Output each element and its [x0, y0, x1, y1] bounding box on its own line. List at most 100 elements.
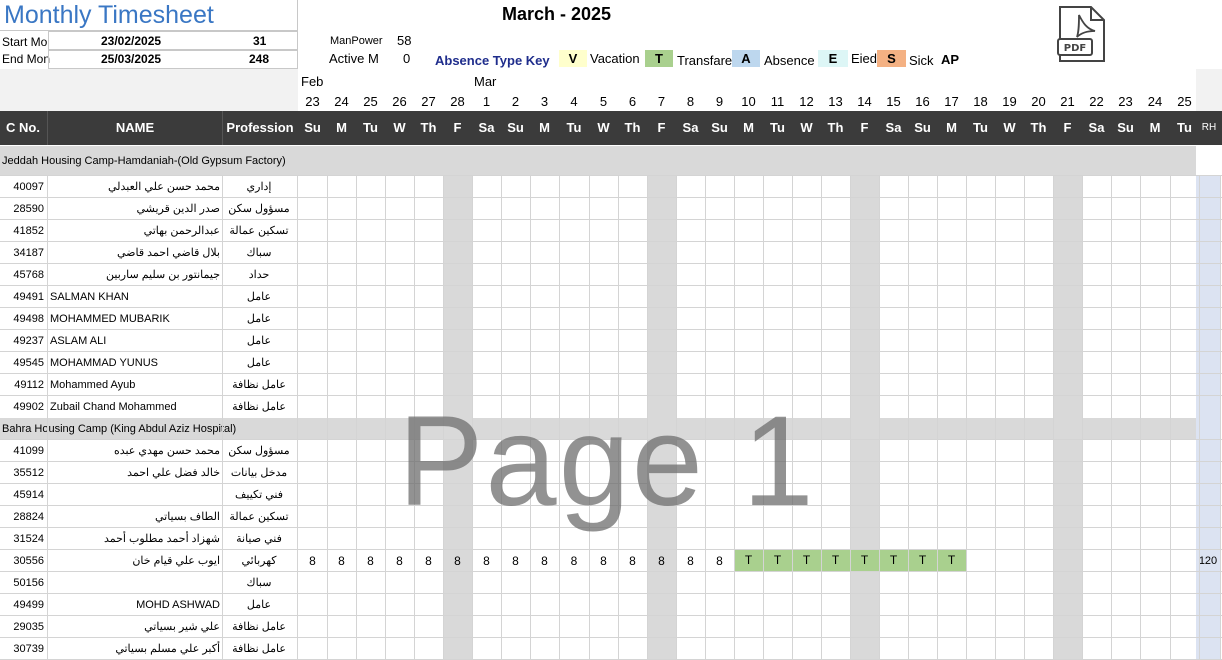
- day-entry[interactable]: 8: [589, 550, 618, 572]
- day-entry[interactable]: T: [763, 550, 792, 571]
- weekday-header[interactable]: W: [385, 111, 414, 145]
- weekday-header[interactable]: F: [443, 111, 472, 145]
- weekday-header[interactable]: M: [1140, 111, 1170, 145]
- employee-name[interactable]: بلال قاضي احمد قاضي: [50, 242, 220, 264]
- employee-name[interactable]: [50, 484, 220, 506]
- day-entry[interactable]: 8: [443, 550, 472, 572]
- weekday-header[interactable]: Th: [821, 111, 850, 145]
- employee-name[interactable]: Mohammed Ayub: [50, 374, 220, 396]
- start-month-label: Start Mo: [2, 35, 48, 49]
- weekday-header[interactable]: Su: [908, 111, 937, 145]
- row-divider: [0, 373, 1222, 374]
- weekday-header[interactable]: Sa: [1082, 111, 1111, 145]
- day-entry[interactable]: 8: [530, 550, 559, 572]
- col-profession-header[interactable]: Profession: [222, 111, 298, 145]
- day-entry[interactable]: 8: [618, 550, 647, 572]
- employee-name[interactable]: Zubail Chand Mohammed: [50, 396, 220, 418]
- employee-name[interactable]: محمد حسن مهدي عبده: [50, 440, 220, 462]
- day-entry[interactable]: 8: [559, 550, 589, 572]
- day-entry[interactable]: 8: [705, 550, 734, 572]
- employee-name[interactable]: صدر الدين قريشي: [50, 198, 220, 220]
- weekday-header[interactable]: Su: [705, 111, 734, 145]
- day-entry[interactable]: 8: [298, 550, 327, 572]
- weekday-header[interactable]: F: [850, 111, 879, 145]
- day-entry[interactable]: 8: [385, 550, 414, 572]
- table-row[interactable]: 49491 SALMAN KHAN عامل: [0, 286, 1222, 308]
- day-number: 22: [1089, 94, 1104, 109]
- employee-name[interactable]: علي شير بسياتي: [50, 616, 220, 638]
- weekday-header[interactable]: W: [792, 111, 821, 145]
- weekday-header[interactable]: Th: [618, 111, 647, 145]
- day-entry[interactable]: T: [908, 550, 937, 571]
- employee-name[interactable]: MOHD ASHWAD: [50, 594, 220, 616]
- day-entry[interactable]: 8: [414, 550, 443, 572]
- table-row[interactable]: 49237 ASLAM ALI عامل: [0, 330, 1222, 352]
- pdf-file-icon[interactable]: PDF: [1057, 5, 1107, 63]
- start-date-field[interactable]: 23/02/2025 31: [48, 31, 298, 51]
- weekday-header[interactable]: M: [530, 111, 559, 145]
- weekday-header[interactable]: W: [589, 111, 618, 145]
- weekday-header[interactable]: M: [327, 111, 356, 145]
- table-row[interactable]: 49499 MOHD ASHWAD عامل: [0, 594, 1222, 616]
- table-row[interactable]: 41852 عبدالرحمن بهاتي تسكين عمالة: [0, 220, 1222, 242]
- weekday-header[interactable]: F: [647, 111, 676, 145]
- col-rh-header[interactable]: RH: [1196, 111, 1222, 145]
- weekday-header[interactable]: Tu: [763, 111, 792, 145]
- weekday-header[interactable]: F: [1053, 111, 1082, 145]
- weekday-header[interactable]: Tu: [966, 111, 995, 145]
- weekday-header[interactable]: Th: [1024, 111, 1053, 145]
- day-entry[interactable]: 8: [356, 550, 385, 572]
- weekday-header[interactable]: Tu: [1170, 111, 1199, 145]
- table-row[interactable]: 29035 علي شير بسياتي عامل نظافة: [0, 616, 1222, 638]
- employee-name[interactable]: الطاف بسياتي: [50, 506, 220, 528]
- weekday-header[interactable]: Th: [414, 111, 443, 145]
- weekday-header[interactable]: Su: [501, 111, 530, 145]
- table-row[interactable]: 50156 سباك: [0, 572, 1222, 594]
- day-entry[interactable]: T: [850, 550, 879, 571]
- weekday-header[interactable]: Su: [1111, 111, 1140, 145]
- day-entry[interactable]: 8: [327, 550, 356, 572]
- feb-label: Feb: [301, 74, 324, 89]
- employee-name[interactable]: MOHAMMAD YUNUS: [50, 352, 220, 374]
- employee-name[interactable]: [50, 572, 220, 594]
- day-entry[interactable]: 8: [676, 550, 705, 572]
- table-row[interactable]: 30556 ايوب علي قيام خان كهربائي 8 8 8 8 8 8 8 8 8 8 8…: [0, 550, 1222, 572]
- col-name-header[interactable]: NAME: [48, 111, 222, 145]
- employee-name[interactable]: SALMAN KHAN: [50, 286, 220, 308]
- table-row[interactable]: 28590 صدر الدين قريشي مسؤول سكن: [0, 198, 1222, 220]
- employee-name[interactable]: ايوب علي قيام خان: [50, 550, 220, 572]
- employee-name[interactable]: أكبر علي مسلم بسياتي: [50, 638, 220, 660]
- employee-name[interactable]: MOHAMMED MUBARIK: [50, 308, 220, 330]
- table-row[interactable]: 30739 أكبر علي مسلم بسياتي عامل نظافة: [0, 638, 1222, 660]
- employee-name[interactable]: جيمانتور بن سليم ساربين: [50, 264, 220, 286]
- weekday-header[interactable]: M: [734, 111, 763, 145]
- table-row[interactable]: 34187 بلال قاضي احمد قاضي سباك: [0, 242, 1222, 264]
- weekday-header[interactable]: Tu: [559, 111, 589, 145]
- table-row[interactable]: 49545 MOHAMMAD YUNUS عامل: [0, 352, 1222, 374]
- table-row[interactable]: 45768 جيمانتور بن سليم ساربين حداد: [0, 264, 1222, 286]
- weekday-header[interactable]: Su: [298, 111, 327, 145]
- day-entry[interactable]: T: [734, 550, 763, 571]
- employee-name[interactable]: شهزاد أحمد مطلوب أحمد: [50, 528, 220, 550]
- day-entry[interactable]: 8: [647, 550, 676, 572]
- day-entry[interactable]: T: [792, 550, 821, 571]
- end-date-field[interactable]: 25/03/2025 248: [48, 49, 298, 69]
- employee-name[interactable]: خالد فضل علي احمد: [50, 462, 220, 484]
- weekday-header[interactable]: Tu: [356, 111, 385, 145]
- weekday-header[interactable]: Sa: [676, 111, 705, 145]
- weekday-header[interactable]: Sa: [472, 111, 501, 145]
- employee-name[interactable]: محمد حسن علي العبدلي: [50, 176, 220, 198]
- employee-name[interactable]: ASLAM ALI: [50, 330, 220, 352]
- day-entry[interactable]: T: [879, 550, 908, 571]
- day-entry[interactable]: T: [821, 550, 850, 571]
- day-entry[interactable]: 8: [501, 550, 530, 572]
- weekday-header[interactable]: Sa: [879, 111, 908, 145]
- day-entry[interactable]: T: [937, 550, 966, 571]
- weekday-header[interactable]: M: [937, 111, 966, 145]
- col-cno-header[interactable]: C No.: [0, 111, 46, 145]
- table-row[interactable]: 49498 MOHAMMED MUBARIK عامل: [0, 308, 1222, 330]
- table-row[interactable]: 40097 محمد حسن علي العبدلي إداري: [0, 176, 1222, 198]
- day-entry[interactable]: 8: [472, 550, 501, 572]
- weekday-header[interactable]: W: [995, 111, 1024, 145]
- employee-name[interactable]: عبدالرحمن بهاتي: [50, 220, 220, 242]
